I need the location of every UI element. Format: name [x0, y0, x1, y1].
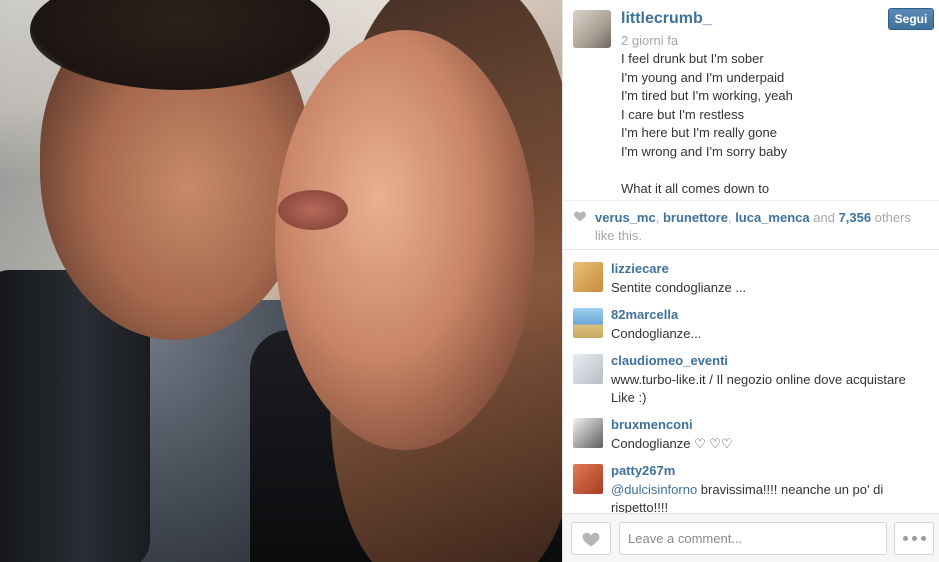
comment-avatar[interactable]: [573, 262, 603, 292]
comment-text: @dulcisinforno bravissima!!!! neanche un…: [611, 481, 930, 513]
post-photo[interactable]: [0, 0, 562, 562]
comment-item: patty267m @dulcisinforno bravissima!!!! …: [563, 453, 939, 513]
liker-link[interactable]: luca_menca: [735, 210, 809, 225]
post-sidebar: littlecrumb_ 2 giorni fa I feel drunk bu…: [562, 0, 939, 562]
post-caption: I feel drunk but I'm sober I'm young and…: [621, 51, 793, 196]
instagram-post-view: littlecrumb_ 2 giorni fa I feel drunk bu…: [0, 0, 939, 562]
liker-link[interactable]: brunettore: [663, 210, 728, 225]
likes-and: and: [813, 210, 835, 225]
owner-avatar[interactable]: [573, 10, 611, 48]
likes-count[interactable]: 7,356: [839, 210, 872, 225]
comment-item: 82marcella Condoglianze...: [563, 297, 939, 343]
post-timestamp[interactable]: 2 giorni fa: [621, 33, 678, 48]
comment-item: bruxmenconi Condoglianze ♡ ♡♡: [563, 407, 939, 453]
like-button[interactable]: [571, 522, 611, 555]
comment-avatar[interactable]: [573, 308, 603, 338]
ellipsis-icon: [911, 536, 917, 541]
comment-username[interactable]: patty267m: [611, 463, 930, 479]
comment-username[interactable]: claudiomeo_eventi: [611, 353, 930, 369]
comment-input[interactable]: Leave a comment...: [619, 522, 887, 555]
ellipsis-icon: [902, 536, 908, 541]
comment-avatar[interactable]: [573, 464, 603, 494]
comment-composer: Leave a comment...: [563, 513, 939, 562]
comments-list[interactable]: lizziecare Sentite condoglianze ... 82ma…: [563, 251, 939, 513]
ellipsis-icon: [920, 536, 926, 541]
comment-text: Condoglianze...: [611, 326, 702, 341]
comment-username[interactable]: 82marcella: [611, 307, 930, 323]
comment-item: claudiomeo_eventi www.turbo-like.it / Il…: [563, 343, 939, 407]
comment-text: www.turbo-like.it / Il negozio online do…: [611, 372, 906, 405]
comment-username[interactable]: bruxmenconi: [611, 417, 930, 433]
comment-avatar[interactable]: [573, 354, 603, 384]
comment-mention[interactable]: @dulcisinforno: [611, 482, 697, 497]
comment-text: Condoglianze ♡ ♡♡: [611, 436, 733, 451]
follow-button[interactable]: Segui: [888, 8, 934, 30]
comment-text: Sentite condoglianze ...: [611, 280, 747, 295]
more-options-button[interactable]: [894, 522, 934, 555]
comment-username[interactable]: lizziecare: [611, 261, 930, 277]
likes-text: verus_mc, brunettore, luca_menca and 7,3…: [595, 210, 911, 243]
heart-icon: [582, 532, 600, 546]
comment-item: lizziecare Sentite condoglianze ...: [563, 251, 939, 297]
owner-username[interactable]: littlecrumb_: [621, 10, 712, 28]
photo-shape: [278, 190, 348, 230]
heart-icon: [574, 211, 586, 222]
likes-summary: verus_mc, brunettore, luca_menca and 7,3…: [563, 200, 939, 250]
liker-link[interactable]: verus_mc: [595, 210, 656, 225]
comment-avatar[interactable]: [573, 418, 603, 448]
photo-shape: [275, 30, 535, 450]
post-header: littlecrumb_ 2 giorni fa I feel drunk bu…: [563, 0, 939, 200]
